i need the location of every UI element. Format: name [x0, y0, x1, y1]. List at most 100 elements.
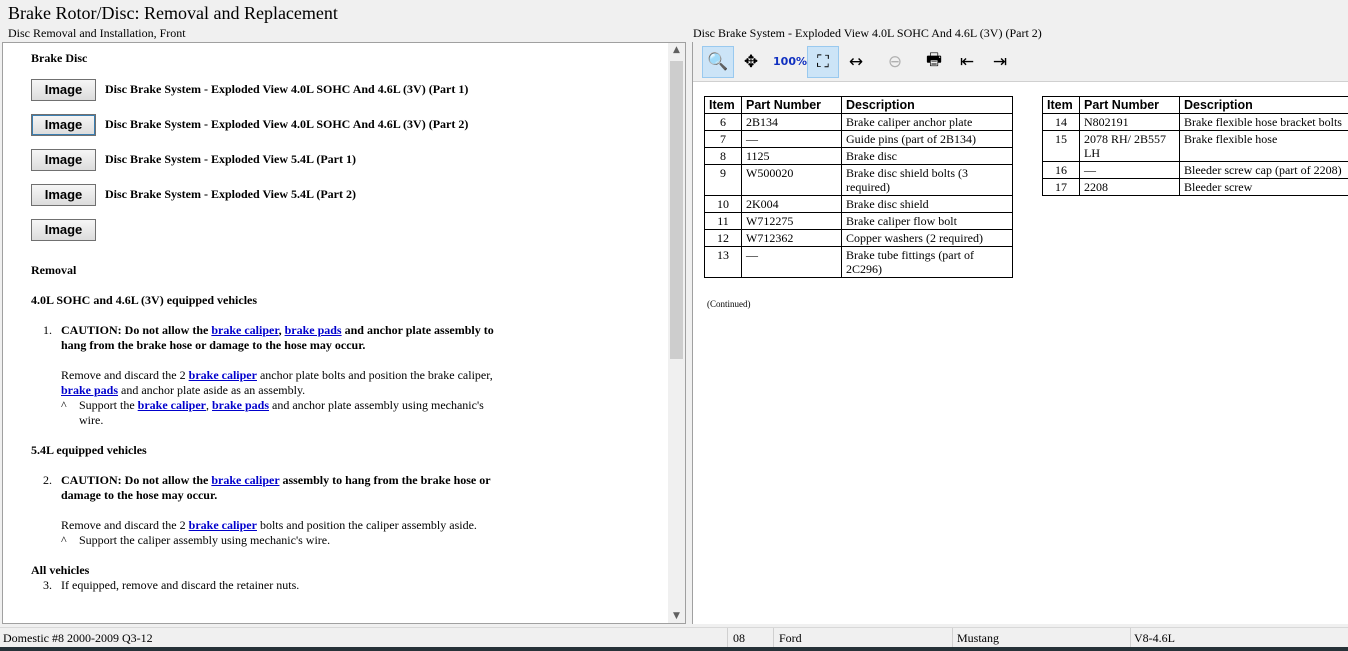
brake-disc-heading: Brake Disc — [31, 51, 88, 65]
step-text: If equipped, remove and discard the reta… — [61, 578, 300, 592]
image-row: Image Disc Brake System - Exploded View 4… — [31, 107, 661, 142]
item-cell: 12 — [704, 229, 742, 247]
vertical-scrollbar[interactable]: ▲ ▼ — [668, 43, 685, 623]
term-link[interactable]: brake pads — [285, 323, 342, 337]
previous-image-icon[interactable]: ⇤ — [951, 46, 983, 78]
substep-text: Support the brake caliper, brake pads an… — [79, 398, 484, 427]
step-3: 3. If equipped, remove and discard the re… — [31, 578, 511, 593]
procedure-pane: Brake Disc Image Disc Brake System - Expl… — [2, 42, 686, 624]
table-header-row: Item Part Number Description — [704, 96, 1013, 114]
item-cell: 15 — [1042, 130, 1080, 162]
column-header: Description — [841, 96, 1013, 114]
zoom-in-icon[interactable]: 🔍 — [702, 45, 734, 78]
part-number-cell: — — [1079, 161, 1180, 179]
status-make: Ford — [779, 631, 802, 645]
image-label: Disc Brake System - Exploded View 5.4L (… — [105, 187, 356, 201]
status-bar: Domestic #8 2000-2009 Q3-12 08 Ford Must… — [0, 627, 1348, 648]
image-title: Disc Brake System - Exploded View 4.0L S… — [693, 26, 1042, 40]
image-label: Disc Brake System - Exploded View 4.0L S… — [105, 117, 469, 131]
column-header: Part Number — [1079, 96, 1180, 114]
description-cell: Brake disc — [841, 147, 1013, 165]
status-year: 08 — [733, 631, 745, 645]
table-row: 15 2078 RH/ 2B557 LH Brake flexible hose — [1042, 130, 1348, 162]
description-cell: Brake disc shield — [841, 195, 1013, 213]
description-cell: Bleeder screw cap (part of 2208) — [1179, 161, 1348, 179]
item-cell: 13 — [704, 246, 742, 278]
substep: ^ Support the caliper assembly using mech… — [31, 533, 511, 548]
term-link[interactable]: brake caliper — [138, 398, 206, 412]
part-number-cell: — — [741, 246, 842, 278]
image-button[interactable]: Image — [31, 218, 96, 241]
image-toolbar: 🔍 ✥ 100% ⛶ ↔ ⊖ 🖶 ⇤ ⇥ — [693, 42, 1348, 82]
status-engine: V8-4.6L — [1134, 631, 1175, 645]
step-number: 2. — [43, 473, 52, 487]
scroll-up-icon[interactable]: ▲ — [668, 45, 685, 55]
caret-bullet: ^ — [61, 533, 67, 547]
section-heading: 4.0L SOHC and 4.6L (3V) equipped vehicle… — [31, 293, 258, 307]
description-cell: Copper washers (2 required) — [841, 229, 1013, 247]
part-number-cell: N802191 — [1079, 113, 1180, 131]
term-link[interactable]: brake caliper — [189, 518, 257, 532]
part-number-cell: 1125 — [741, 147, 842, 165]
substep: ^ Support the brake caliper, brake pads a… — [31, 398, 511, 428]
column-header: Item — [704, 96, 742, 114]
text-segment: CAUTION: Do not allow the — [61, 323, 212, 337]
description-cell: Brake caliper flow bolt — [841, 212, 1013, 230]
table-row: 11 W712275 Brake caliper flow bolt — [704, 212, 1013, 230]
scrollbar-thumb[interactable] — [670, 61, 683, 359]
image-button[interactable]: Image — [31, 113, 96, 136]
next-image-icon[interactable]: ⇥ — [984, 46, 1016, 78]
image-button[interactable]: Image — [31, 78, 96, 101]
zoom-out-icon[interactable]: ⊖ — [879, 46, 911, 78]
text-segment: Remove and discard the 2 — [61, 368, 189, 382]
text-segment: Remove and discard the 2 — [61, 518, 189, 532]
section-heading: 5.4L equipped vehicles — [31, 443, 147, 457]
print-icon[interactable]: 🖶 — [918, 46, 950, 78]
image-button[interactable]: Image — [31, 148, 96, 171]
term-link[interactable]: brake pads — [61, 383, 118, 397]
table-row: 8 1125 Brake disc — [704, 147, 1013, 165]
scroll-down-icon[interactable]: ▼ — [668, 611, 685, 621]
zoom-width-icon[interactable]: ↔ — [840, 46, 872, 78]
text-segment: bolts and position the caliper assembly … — [256, 518, 477, 532]
item-cell: 10 — [704, 195, 742, 213]
procedure-subtitle: Disc Removal and Installation, Front — [8, 26, 186, 40]
caution-text: CAUTION: Do not allow the brake caliper,… — [61, 323, 494, 352]
caret-bullet: ^ — [61, 398, 67, 412]
image-label: Disc Brake System - Exploded View 4.0L S… — [105, 82, 469, 96]
parts-table-2: Item Part Number Description 14 N802191 Brake… — [1042, 96, 1348, 196]
section-heading: All vehicles — [31, 563, 90, 577]
image-row: Image Disc Brake System - Exploded View 5… — [31, 142, 661, 177]
image-row: Image — [31, 212, 661, 247]
term-link[interactable]: brake caliper — [189, 368, 257, 382]
item-cell: 16 — [1042, 161, 1080, 179]
step-2: 2. CAUTION: Do not allow the brake calipe… — [31, 473, 511, 503]
term-link[interactable]: brake pads — [212, 398, 269, 412]
table-row: 10 2K004 Brake disc shield — [704, 195, 1013, 213]
table-row: 17 2208 Bleeder screw — [1042, 178, 1348, 196]
zoom-100-icon[interactable]: 100% — [773, 46, 807, 78]
image-row: Image Disc Brake System - Exploded View 5… — [31, 177, 661, 212]
taskbar — [0, 647, 1348, 651]
table-row: 7— Guide pins (part of 2B134) — [704, 130, 1013, 148]
item-cell: 7 — [704, 130, 742, 148]
pan-icon[interactable]: ✥ — [735, 46, 767, 78]
step-text: Remove and discard the 2 brake caliper b… — [31, 518, 511, 533]
step-number: 3. — [43, 578, 52, 592]
image-row: Image Disc Brake System - Exploded View 4… — [31, 72, 661, 107]
table-row: 6 2B134 Brake caliper anchor plate — [704, 113, 1013, 131]
text-segment: and anchor plate aside as an assembly. — [118, 383, 306, 397]
step-number: 1. — [43, 323, 52, 337]
text-segment: Support the caliper assembly using mecha… — [79, 533, 331, 547]
item-cell: 9 — [704, 164, 742, 196]
removal-heading: Removal — [31, 263, 77, 277]
column-header: Part Number — [741, 96, 842, 114]
column-header: Description — [1179, 96, 1348, 114]
column-header: Item — [1042, 96, 1080, 114]
zoom-fit-icon[interactable]: ⛶ — [807, 45, 839, 78]
item-cell: 8 — [704, 147, 742, 165]
term-link[interactable]: brake caliper — [211, 323, 278, 337]
table-row: 9 W500020 Brake disc shield bolts (3 requi… — [704, 164, 1013, 196]
term-link[interactable]: brake caliper — [211, 473, 279, 487]
image-button[interactable]: Image — [31, 183, 96, 206]
